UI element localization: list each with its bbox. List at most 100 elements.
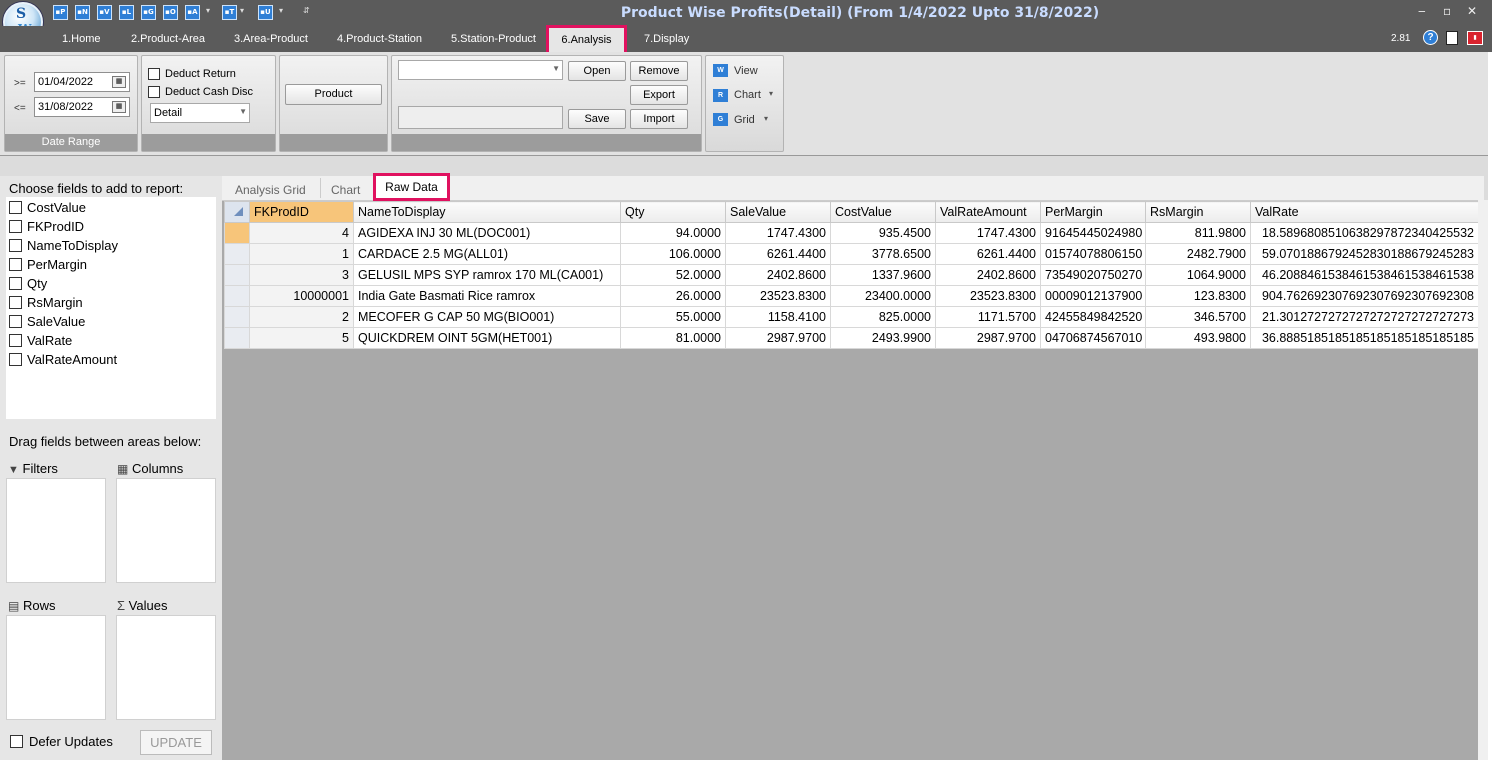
column-header[interactable]: CostValue (830, 201, 936, 223)
deduct-return-checkbox[interactable] (148, 68, 160, 80)
table-cell[interactable]: 1158.4100 (725, 306, 831, 328)
table-cell[interactable]: 00009012137900 (1040, 285, 1146, 307)
column-header[interactable]: Qty (620, 201, 726, 223)
layout-name-input[interactable] (398, 106, 563, 129)
minimize-icon[interactable]: ‒ (1418, 4, 1426, 18)
field-item-costvalue[interactable]: CostValue (9, 199, 86, 215)
table-cell[interactable]: 52.0000 (620, 264, 726, 286)
table-cell[interactable]: 81.0000 (620, 327, 726, 349)
mode-select[interactable]: Detail ▼ (150, 103, 250, 123)
field-checkbox[interactable] (9, 334, 22, 347)
table-cell[interactable]: CARDACE 2.5 MG(ALL01) (353, 243, 621, 265)
field-checkbox[interactable] (9, 239, 22, 252)
table-cell[interactable]: 2402.8600 (725, 264, 831, 286)
table-cell[interactable]: 55.0000 (620, 306, 726, 328)
table-cell[interactable]: 1747.4300 (935, 222, 1041, 244)
row-indicator[interactable] (224, 243, 250, 265)
table-cell[interactable]: 811.9800 (1145, 222, 1251, 244)
table-cell[interactable]: 4 (249, 222, 354, 244)
document-icon[interactable] (1446, 31, 1458, 45)
quick-button-v[interactable]: ▪V (97, 5, 112, 20)
table-cell[interactable]: India Gate Basmati Rice ramrox (353, 285, 621, 307)
table-cell[interactable]: GELUSIL MPS SYP ramrox 170 ML(CA001) (353, 264, 621, 286)
field-checkbox[interactable] (9, 296, 22, 309)
field-item-permargin[interactable]: PerMargin (9, 256, 87, 272)
quick-button-o[interactable]: ▪O (163, 5, 178, 20)
quick-dropdown-icon[interactable]: ▾ (240, 6, 244, 15)
calendar-icon[interactable]: ▦ (112, 101, 126, 113)
calendar-icon[interactable]: ▦ (112, 76, 126, 88)
field-checkbox[interactable] (9, 258, 22, 271)
table-cell[interactable]: 935.4500 (830, 222, 936, 244)
table-cell[interactable]: 6261.4400 (935, 243, 1041, 265)
tab-display[interactable]: 7.Display (644, 33, 689, 45)
table-cell[interactable]: 23523.8300 (725, 285, 831, 307)
field-item-salevalue[interactable]: SaleValue (9, 313, 85, 329)
table-cell[interactable]: 91645445024980 (1040, 222, 1146, 244)
quick-dropdown-icon[interactable]: ▾ (206, 6, 210, 15)
field-item-fkprodid[interactable]: FKProdID (9, 218, 84, 234)
table-cell[interactable]: 59.0701886792452830188679245283 (1250, 243, 1479, 265)
table-cell[interactable]: 10000001 (249, 285, 354, 307)
column-header[interactable]: ValRate (1250, 201, 1479, 223)
field-checkbox[interactable] (9, 315, 22, 328)
table-cell[interactable]: AGIDEXA INJ 30 ML(DOC001) (353, 222, 621, 244)
row-indicator[interactable] (224, 306, 250, 328)
table-cell[interactable]: 2482.7900 (1145, 243, 1251, 265)
maximize-icon[interactable]: ▫ (1443, 4, 1451, 18)
column-header[interactable]: SaleValue (725, 201, 831, 223)
quick-button-p[interactable]: ▪P (53, 5, 68, 20)
close-icon[interactable]: ✕ (1467, 4, 1477, 18)
table-row[interactable]: 3 GELUSIL MPS SYP ramrox 170 ML(CA001) 5… (224, 264, 1479, 286)
import-button[interactable]: Import (630, 109, 688, 129)
table-row[interactable]: 1 CARDACE 2.5 MG(ALL01) 106.0000 6261.44… (224, 243, 1479, 265)
open-button[interactable]: Open (568, 61, 626, 81)
column-header[interactable]: RsMargin (1145, 201, 1251, 223)
table-cell[interactable]: 2493.9900 (830, 327, 936, 349)
grid-menu-item[interactable]: Grid (734, 114, 755, 126)
tab-product-area[interactable]: 2.Product-Area (131, 33, 205, 45)
column-header[interactable]: ValRateAmount (935, 201, 1041, 223)
field-item-valrateamount[interactable]: ValRateAmount (9, 351, 117, 367)
row-indicator[interactable] (224, 222, 250, 244)
column-header[interactable]: PerMargin (1040, 201, 1146, 223)
table-cell[interactable]: 106.0000 (620, 243, 726, 265)
filters-drop-area[interactable] (6, 478, 106, 583)
table-row[interactable]: 4 AGIDEXA INJ 30 ML(DOC001) 94.0000 1747… (224, 222, 1479, 244)
table-row[interactable]: 2 MECOFER G CAP 50 MG(BIO001) 55.0000 11… (224, 306, 1479, 328)
table-row[interactable]: 10000001 India Gate Basmati Rice ramrox … (224, 285, 1479, 307)
table-cell[interactable]: 5 (249, 327, 354, 349)
select-all-corner[interactable] (224, 201, 250, 223)
vertical-scrollbar[interactable] (1478, 200, 1488, 760)
chart-menu-item[interactable]: Chart (734, 89, 761, 101)
quick-button-l[interactable]: ▪L (119, 5, 134, 20)
save-button[interactable]: Save (568, 109, 626, 129)
row-indicator[interactable] (224, 327, 250, 349)
table-cell[interactable]: QUICKDREM OINT 5GM(HET001) (353, 327, 621, 349)
table-cell[interactable]: 04706874567010 (1040, 327, 1146, 349)
field-checkbox[interactable] (9, 201, 22, 214)
table-cell[interactable]: 2 (249, 306, 354, 328)
tab-product-station[interactable]: 4.Product-Station (337, 33, 422, 45)
table-cell[interactable]: 2987.9700 (935, 327, 1041, 349)
update-button[interactable]: UPDATE (140, 730, 212, 755)
quick-dropdown-icon[interactable]: ▾ (279, 6, 283, 15)
table-cell[interactable]: 493.9800 (1145, 327, 1251, 349)
quick-button-u[interactable]: ▪U (258, 5, 273, 20)
table-cell[interactable]: 1 (249, 243, 354, 265)
table-cell[interactable]: 18.5896808510638297872340425532 (1250, 222, 1479, 244)
table-cell[interactable]: MECOFER G CAP 50 MG(BIO001) (353, 306, 621, 328)
table-cell[interactable]: 01574078806150 (1040, 243, 1146, 265)
tab-raw-data[interactable]: Raw Data (373, 173, 450, 201)
column-header[interactable]: FKProdID (249, 201, 354, 223)
product-button[interactable]: Product (285, 84, 382, 105)
quick-button-n[interactable]: ▪N (75, 5, 90, 20)
values-drop-area[interactable] (116, 615, 216, 720)
table-cell[interactable]: 23400.0000 (830, 285, 936, 307)
table-cell[interactable]: 21.3012727272727272727272727273 (1250, 306, 1479, 328)
column-header[interactable]: NameToDisplay (353, 201, 621, 223)
table-cell[interactable]: 26.0000 (620, 285, 726, 307)
table-row[interactable]: 5 QUICKDREM OINT 5GM(HET001) 81.0000 298… (224, 327, 1479, 349)
layout-select[interactable]: ▼ (398, 60, 563, 80)
tab-area-product[interactable]: 3.Area-Product (234, 33, 308, 45)
